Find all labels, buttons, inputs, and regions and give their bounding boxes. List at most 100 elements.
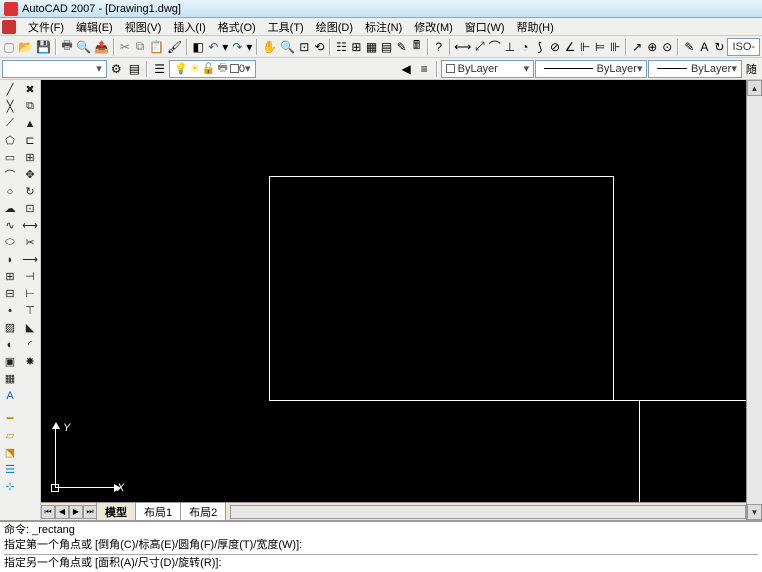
revcloud-icon[interactable]: ☁ [1,200,19,217]
measure-region-icon[interactable]: ⬔ [1,444,19,461]
dim-diameter-icon[interactable]: ⊘ [548,38,562,56]
help-icon[interactable]: ? [432,38,446,56]
undo-dropdown-icon[interactable]: ▾ [221,38,229,56]
tab-layout1[interactable]: 布局1 [135,502,181,520]
mirror-icon[interactable]: ▲ [21,115,39,132]
menu-modify[interactable]: 修改(M) [408,18,459,36]
array-icon[interactable]: ⊞ [21,149,39,166]
dim-quick-icon[interactable]: ⊩ [578,38,592,56]
table-icon[interactable]: ▦ [1,370,19,387]
measure-area-icon[interactable]: ▱ [1,427,19,444]
layer-dropdown[interactable]: 💡☀🔓🖶 0 ▾ [169,60,255,78]
menu-dimension[interactable]: 标注(N) [359,18,408,36]
move-icon[interactable]: ✥ [21,166,39,183]
tab-model[interactable]: 模型 [96,502,136,520]
block-editor-icon[interactable]: ◧ [191,38,205,56]
plot-icon[interactable]: 🖶 [60,38,74,56]
gradient-icon[interactable]: ◐ [1,336,19,353]
drawing-canvas[interactable]: Y X [41,80,746,502]
hatch-icon[interactable]: ▨ [1,319,19,336]
extend-icon[interactable]: ⟶ [21,251,39,268]
menu-insert[interactable]: 插入(I) [167,18,211,36]
scroll-down-icon[interactable]: ▼ [747,504,762,520]
zoom-previous-icon[interactable]: ⟲ [312,38,326,56]
command-window[interactable]: 命令: _rectang 指定第一个角点或 [倒角(C)/标高(E)/圆角(F)… [0,520,762,572]
workspace-settings-icon[interactable]: ⚙ [108,60,125,78]
insert-block-icon[interactable]: ⊞ [1,268,19,285]
scale-icon[interactable]: ⊡ [21,200,39,217]
stretch-icon[interactable]: ⟷ [21,217,39,234]
make-block-icon[interactable]: ⊟ [1,285,19,302]
polygon-icon[interactable]: ⬠ [1,132,19,149]
layer-previous-icon[interactable]: ◀ [398,60,415,78]
properties-icon[interactable]: ☷ [334,38,348,56]
menu-format[interactable]: 格式(O) [212,18,262,36]
menu-draw[interactable]: 绘图(D) [310,18,359,36]
save-icon[interactable]: 💾 [35,38,52,56]
menu-window[interactable]: 窗口(W) [459,18,511,36]
erase-icon[interactable]: ✖ [21,81,39,98]
rotate-icon[interactable]: ↻ [21,183,39,200]
break-icon[interactable]: ⊢ [21,285,39,302]
mtext-icon[interactable]: A [1,387,19,404]
workspace-dropdown[interactable]: ▾ [2,60,107,78]
new-icon[interactable]: ▢ [2,38,16,56]
arc-icon[interactable]: ⌒ [1,166,19,183]
fillet-icon[interactable]: ◜ [21,336,39,353]
linetype-dropdown[interactable]: ByLayer ▾ [535,60,647,78]
xline-icon[interactable]: ╳ [1,98,19,115]
dim-tolerance-icon[interactable]: ⊕ [645,38,659,56]
dim-angular-icon[interactable]: ∠ [563,38,577,56]
open-icon[interactable]: 📂 [17,38,34,56]
break-at-icon[interactable]: ⊣ [21,268,39,285]
dim-continue-icon[interactable]: ⊪ [608,38,622,56]
menu-edit[interactable]: 编辑(E) [70,18,119,36]
copy-icon[interactable]: ⧉ [133,38,147,56]
circle-icon[interactable]: ○ [1,183,19,200]
dim-center-icon[interactable]: ⊙ [660,38,674,56]
offset-icon[interactable]: ⊏ [21,132,39,149]
tab-nav-next-icon[interactable]: ▶ [69,505,83,519]
measure-distance-icon[interactable]: ━ [1,410,19,427]
chamfer-icon[interactable]: ◣ [21,319,39,336]
tool-palettes-icon[interactable]: ▦ [364,38,378,56]
menu-view[interactable]: 视图(V) [119,18,168,36]
cut-icon[interactable]: ✂ [118,38,132,56]
copy-object-icon[interactable]: ⧉ [21,98,39,115]
color-dropdown[interactable]: ByLayer ▾ [441,60,534,78]
layer-states-icon[interactable]: ≡ [416,60,433,78]
dim-aligned-icon[interactable]: ⤢ [473,38,487,56]
dim-leader-icon[interactable]: ↗ [630,38,644,56]
polyline-icon[interactable]: ⟋ [1,115,19,132]
tab-nav-last-icon[interactable]: ⏭ [83,505,97,519]
markup-icon[interactable]: ✎ [395,38,409,56]
explode-icon[interactable]: ✸ [21,353,39,370]
join-icon[interactable]: ⊤ [21,302,39,319]
dim-tedit-icon[interactable]: A [697,38,711,56]
measure-list-icon[interactable]: ☰ [1,461,19,478]
quickcalc-icon[interactable]: 🖩 [410,38,424,56]
lineweight-dropdown[interactable]: ByLayer ▾ [648,60,741,78]
rectangle-icon[interactable]: ▭ [1,149,19,166]
redo-dropdown-icon[interactable]: ▾ [245,38,253,56]
redo-icon[interactable]: ↷ [230,38,244,56]
dim-ordinate-icon[interactable]: ⊥ [503,38,517,56]
trim-icon[interactable]: ✂ [21,234,39,251]
paste-icon[interactable]: 📋 [148,38,165,56]
plot-preview-icon[interactable]: 🔍 [75,38,92,56]
dim-jogged-icon[interactable]: ⟆ [533,38,547,56]
undo-icon[interactable]: ↶ [206,38,220,56]
measure-id-icon[interactable]: ⊹ [1,478,19,495]
layer-properties-icon[interactable]: ☰ [151,60,168,78]
point-icon[interactable]: • [1,302,19,319]
dim-radius-icon[interactable]: ◔ [518,38,532,56]
tab-layout2[interactable]: 布局2 [180,502,226,520]
scroll-up-icon[interactable]: ▲ [747,80,762,96]
menu-file[interactable]: 文件(F) [22,18,70,36]
dim-edit-icon[interactable]: ✎ [682,38,696,56]
ellipse-arc-icon[interactable]: ◗ [1,251,19,268]
line-icon[interactable]: ╱ [1,81,19,98]
zoom-window-icon[interactable]: ⊡ [297,38,311,56]
dim-baseline-icon[interactable]: ⊨ [593,38,607,56]
menu-help[interactable]: 帮助(H) [511,18,560,36]
